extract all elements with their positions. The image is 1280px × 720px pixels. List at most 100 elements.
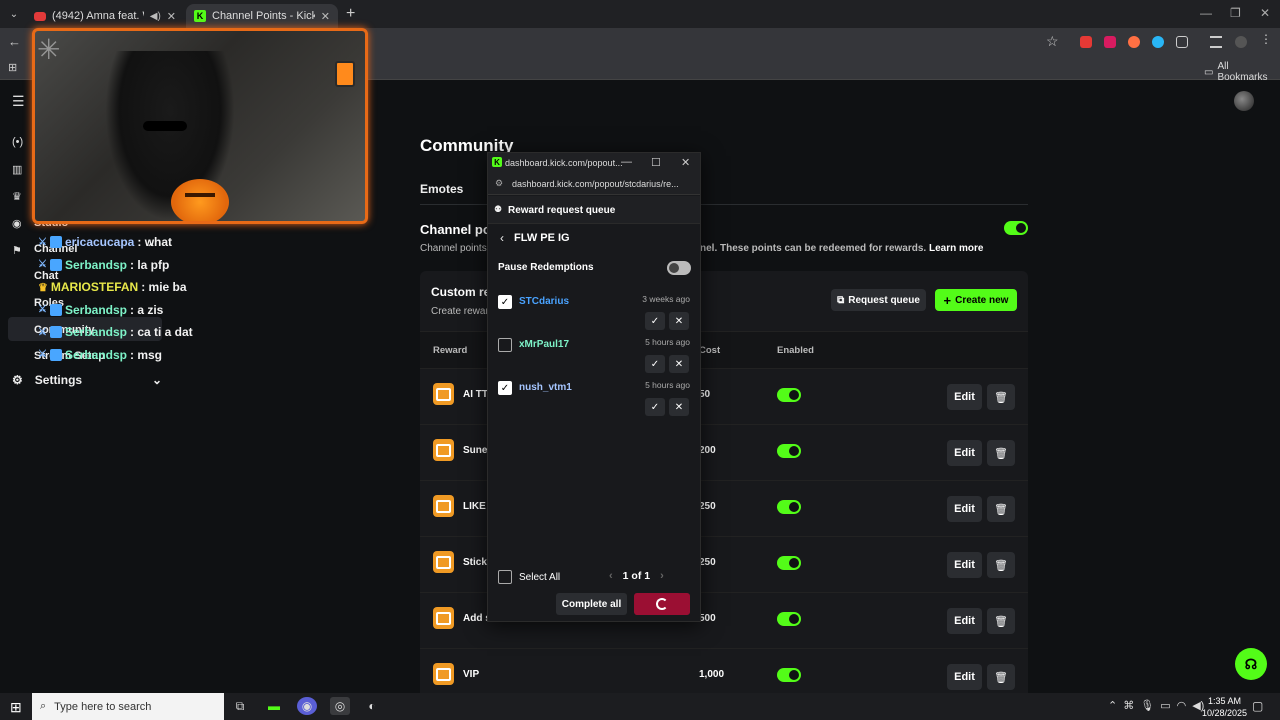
reward-enabled-toggle[interactable] — [777, 388, 801, 402]
obs-app-icon[interactable]: ◐ — [362, 697, 382, 715]
edit-button[interactable]: Edit — [947, 440, 982, 466]
reward-enabled-toggle[interactable] — [777, 612, 801, 626]
taskbar-clock[interactable]: 1:35 AM 10/28/2025 — [1202, 695, 1247, 719]
windows-start-icon[interactable]: ⊞ — [10, 699, 22, 716]
community-icon[interactable]: ⚑ — [12, 244, 22, 257]
tab-youtube[interactable]: (4942) Amna feat. What's U ◀) ✕ — [26, 4, 184, 28]
chevron-up-icon[interactable]: ⌃ — [1108, 699, 1117, 712]
edit-button[interactable]: Edit — [947, 608, 982, 634]
menu-kebab-icon[interactable]: ⋮ — [1260, 32, 1272, 46]
request-checkbox[interactable]: ✓ — [498, 381, 512, 395]
close-icon[interactable]: ✕ — [167, 10, 176, 23]
folder-icon: ▭ — [1204, 66, 1214, 78]
tab-emotes[interactable]: Emotes — [420, 182, 463, 196]
approve-check-icon[interactable]: ✓ — [645, 312, 665, 330]
back-arrow-icon[interactable]: ← — [8, 34, 21, 49]
maximize-icon[interactable]: ☐ — [651, 156, 661, 169]
create-new-button[interactable]: + Create new — [935, 289, 1017, 311]
edit-button[interactable]: Edit — [947, 384, 982, 410]
terminal-app-icon[interactable]: ▬ — [264, 697, 284, 715]
reject-x-icon[interactable]: ✕ — [669, 355, 689, 373]
adblock-icon[interactable] — [1104, 36, 1116, 48]
puzzle-icon[interactable] — [1176, 36, 1188, 48]
extension-icon[interactable] — [1152, 36, 1164, 48]
bookmark-star-icon[interactable]: ☆ — [1046, 33, 1059, 50]
discord-app-icon[interactable]: ◉ — [297, 697, 317, 715]
broadcast-icon[interactable]: (•) — [12, 136, 23, 148]
trash-icon[interactable]: 🗑 — [987, 440, 1015, 466]
windows-taskbar: ⊞ ⌕ Type here to search ⧉ ▬ ◉ ◎ ◐ ⌃ ⌘ 🎙 … — [0, 693, 1280, 720]
sidebar-item-settings[interactable]: ⚙ Settings ⌄ — [12, 373, 162, 387]
request-username[interactable]: nush_vtm1 — [519, 382, 572, 393]
request-checkbox[interactable] — [498, 338, 512, 352]
select-all-label[interactable]: Select All — [519, 572, 560, 583]
speaker-icon[interactable]: ◀) — [150, 11, 161, 22]
close-window-icon[interactable]: ✕ — [1260, 6, 1270, 20]
trash-icon[interactable]: 🗑 — [987, 664, 1015, 690]
edit-button[interactable]: Edit — [947, 552, 982, 578]
mic-icon[interactable]: 🎙 — [1140, 699, 1154, 712]
tab-kick-dashboard[interactable]: K Channel Points - Kick Dashboar ✕ — [186, 4, 338, 28]
trash-icon[interactable]: 🗑 — [987, 496, 1015, 522]
prev-page-icon[interactable]: ‹ — [609, 570, 613, 582]
apps-grid-icon[interactable]: ⊞ — [8, 61, 17, 74]
roles-icon[interactable]: ◉ — [12, 217, 22, 230]
user-avatar[interactable] — [1234, 91, 1254, 111]
reject-all-button[interactable] — [634, 593, 690, 615]
hamburger-menu-icon[interactable]: ☰ — [12, 93, 25, 110]
channel-points-toggle[interactable] — [1004, 221, 1028, 235]
reward-enabled-toggle[interactable] — [777, 444, 801, 458]
chrome-app-icon[interactable]: ◎ — [330, 697, 350, 715]
back-chevron-icon[interactable]: ‹ — [500, 231, 504, 245]
trophy-icon[interactable]: ♛ — [12, 190, 22, 203]
reward-enabled-toggle[interactable] — [777, 668, 801, 682]
learn-more-link[interactable]: Learn more — [929, 243, 983, 254]
approve-check-icon[interactable]: ✓ — [645, 355, 665, 373]
restore-icon[interactable]: ❐ — [1230, 6, 1241, 20]
media-icon[interactable] — [1210, 36, 1222, 48]
chart-icon[interactable]: ▥ — [12, 163, 22, 176]
tab-search-icon[interactable]: ⌄ — [6, 6, 22, 22]
extension-icon[interactable] — [1080, 36, 1092, 48]
edit-button[interactable]: Edit — [947, 496, 982, 522]
new-tab-icon[interactable]: + — [346, 5, 355, 23]
request-checkbox[interactable]: ✓ — [498, 295, 512, 309]
wifi-icon[interactable]: ◠ — [1177, 699, 1187, 712]
reward-enabled-toggle[interactable] — [777, 500, 801, 514]
close-icon[interactable]: ✕ — [681, 156, 690, 169]
close-icon[interactable]: ✕ — [321, 10, 330, 23]
notification-icon[interactable]: ▢ — [1252, 699, 1263, 713]
request-time: 5 hours ago — [645, 380, 690, 390]
select-all-checkbox[interactable] — [498, 570, 512, 584]
request-queue-button[interactable]: ⧉ Request queue — [831, 289, 926, 311]
display-icon[interactable]: ▭ — [1160, 699, 1170, 712]
all-bookmarks[interactable]: ▭ All Bookmarks — [1204, 61, 1280, 83]
minimize-icon[interactable]: — — [1200, 6, 1212, 20]
request-username[interactable]: STCdarius — [519, 296, 569, 307]
trash-icon[interactable]: 🗑 — [987, 552, 1015, 578]
network-icon[interactable]: ⌘ — [1123, 699, 1134, 712]
trash-icon[interactable]: 🗑 — [987, 608, 1015, 634]
reject-x-icon[interactable]: ✕ — [669, 398, 689, 416]
reward-enabled-toggle[interactable] — [777, 556, 801, 570]
edit-button[interactable]: Edit — [947, 664, 982, 690]
reject-x-icon[interactable]: ✕ — [669, 312, 689, 330]
approve-check-icon[interactable]: ✓ — [645, 398, 665, 416]
site-settings-icon[interactable]: ⚙ — [495, 178, 503, 189]
chat-text: : msg — [129, 347, 162, 362]
next-page-icon[interactable]: › — [660, 570, 664, 582]
complete-all-button[interactable]: Complete all — [556, 593, 627, 615]
reward-icon — [433, 439, 454, 461]
profile-avatar[interactable] — [1235, 36, 1247, 48]
taskbar-search[interactable]: ⌕ Type here to search — [32, 693, 224, 720]
minimize-icon[interactable]: — — [621, 156, 632, 168]
support-chat-icon[interactable]: ☊ — [1235, 648, 1267, 680]
subscriber-badge-icon — [49, 348, 62, 361]
trash-icon[interactable]: 🗑 — [987, 384, 1015, 410]
extension-icon[interactable] — [1128, 36, 1140, 48]
spiderweb-decoration: ✳ — [37, 34, 61, 65]
sword-badge-icon: ⚔ — [38, 326, 47, 338]
request-username[interactable]: xMrPaul17 — [519, 339, 569, 350]
pause-redemptions-toggle[interactable] — [667, 261, 691, 275]
task-view-icon[interactable]: ⧉ — [230, 697, 250, 715]
